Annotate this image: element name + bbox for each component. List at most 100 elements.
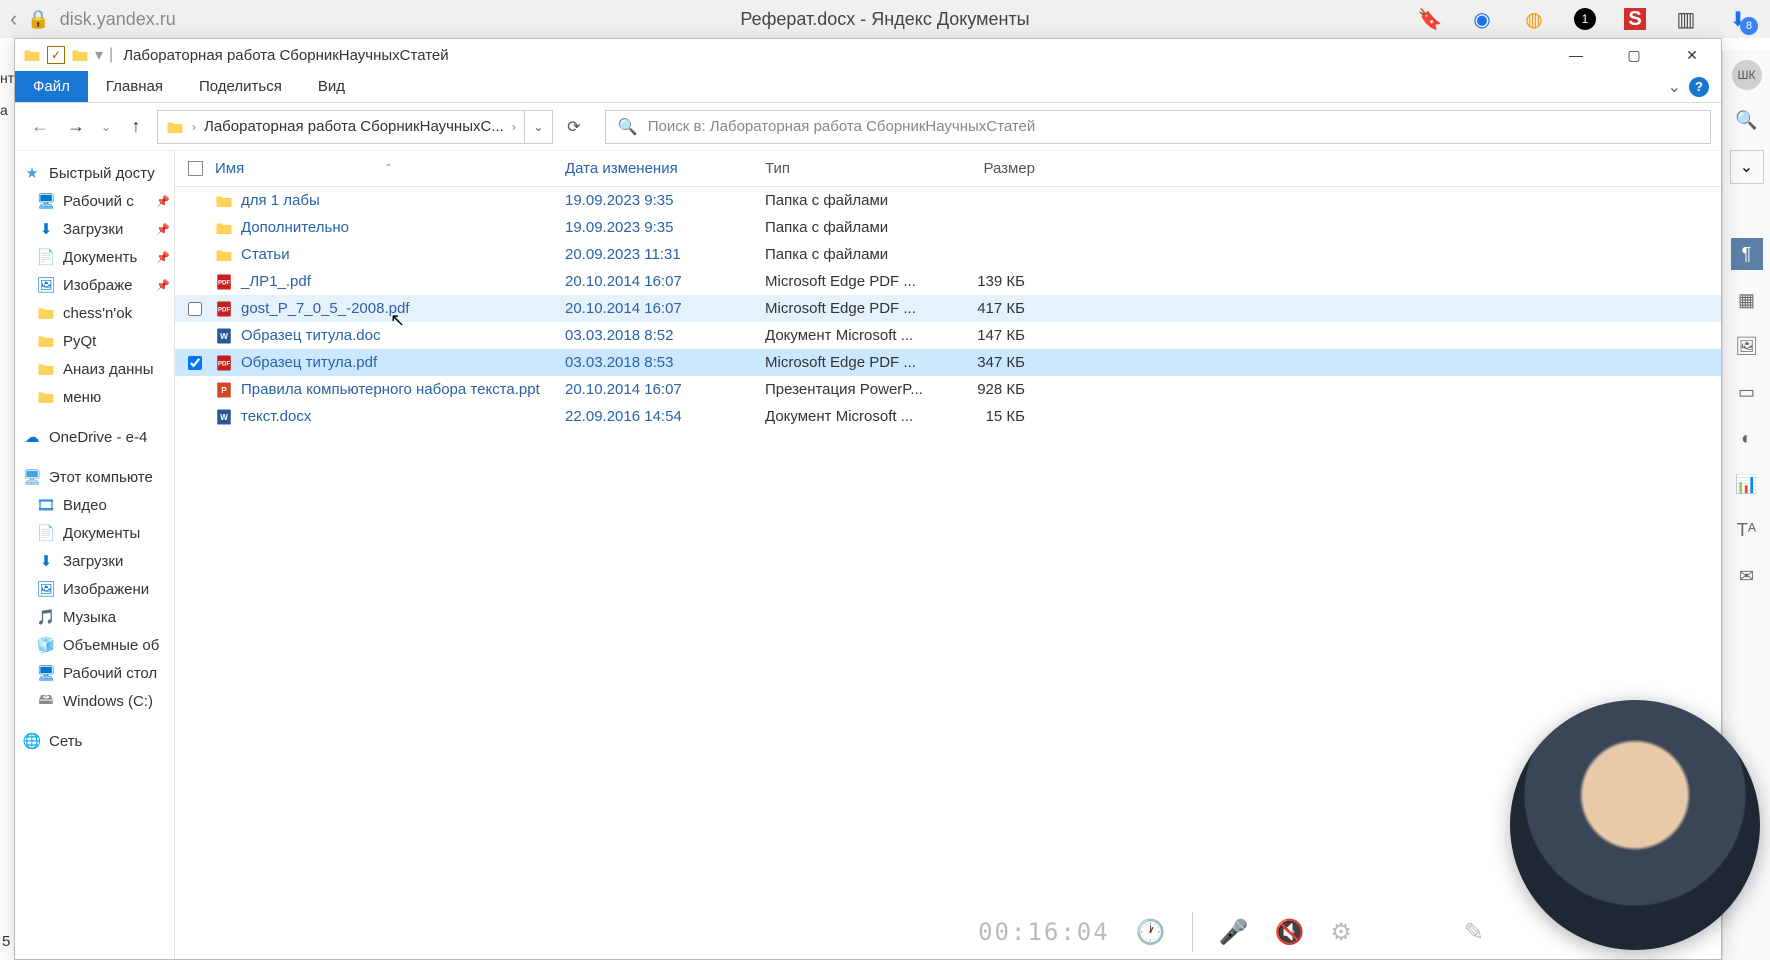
file-name-cell[interactable]: PDFОбразец титула.pdf	[215, 354, 565, 372]
search-input[interactable]	[648, 118, 1698, 135]
nav-forward-button[interactable]: →	[61, 112, 91, 142]
tree-item[interactable]: PyQt	[15, 327, 174, 355]
file-name-cell[interactable]: PDFgost_P_7_0_5_-2008.pdf	[215, 300, 565, 318]
tree-onedrive[interactable]: ☁ OneDrive - e-4	[15, 423, 174, 451]
tree-quick-access[interactable]: ★ Быстрый досту	[15, 159, 174, 187]
file-name-cell[interactable]: PDF_ЛР1_.pdf	[215, 273, 565, 291]
file-row[interactable]: Дополнительно19.09.2023 9:35Папка с файл…	[175, 214, 1721, 241]
file-name-cell[interactable]: Дополнительно	[215, 219, 565, 237]
file-name-cell[interactable]: WОбразец титула.doc	[215, 327, 565, 345]
tree-network[interactable]: 🌐 Сеть	[15, 727, 174, 755]
column-headers[interactable]: Имя ⌃ Дата изменения Тип Размер	[175, 151, 1721, 187]
tree-item[interactable]: 🎵Музыка	[15, 603, 174, 631]
ribbon-expand-icon[interactable]: ⌄	[1668, 77, 1681, 97]
file-name-cell[interactable]: Статьи	[215, 246, 565, 264]
file-name-cell[interactable]: для 1 лабы	[215, 192, 565, 210]
maximize-button[interactable]: ▢	[1605, 39, 1663, 71]
qat-divider: |	[109, 46, 113, 64]
header-checkbox-col[interactable]	[175, 161, 215, 176]
breadcrumb[interactable]: Лабораторная работа СборникНаучныхС...	[204, 118, 504, 135]
tab-home[interactable]: Главная	[88, 71, 181, 102]
header-date[interactable]: Дата изменения	[565, 160, 765, 177]
crumb-chevron-icon[interactable]: ›	[512, 120, 516, 134]
file-name-cell[interactable]: PПравила компьютерного набора текста.ppt	[215, 381, 565, 399]
header-size[interactable]: Размер	[935, 160, 1035, 177]
pilcrow-icon[interactable]: ¶	[1731, 238, 1763, 270]
minimize-button[interactable]: —	[1547, 39, 1605, 71]
back-chevron-icon[interactable]: ‹	[10, 6, 17, 32]
extension-icon-4[interactable]: S	[1624, 8, 1646, 30]
file-row[interactable]: PDFgost_P_7_0_5_-2008.pdf20.10.2014 16:0…	[175, 295, 1721, 322]
row-checkbox[interactable]	[175, 302, 215, 316]
search-box[interactable]: 🔍	[605, 110, 1711, 144]
tab-view[interactable]: Вид	[300, 71, 363, 102]
tree-this-pc[interactable]: 🖥 Этот компьюте	[15, 463, 174, 491]
tree-item[interactable]: меню	[15, 383, 174, 411]
nav-up-button[interactable]: ↑	[121, 112, 151, 142]
close-button[interactable]: ✕	[1663, 39, 1721, 71]
file-name-cell[interactable]: Wтекст.docx	[215, 408, 565, 426]
mail-icon[interactable]: ✉	[1731, 560, 1763, 592]
user-avatar[interactable]: ШК	[1732, 60, 1762, 90]
extension-icon-3[interactable]: 1	[1574, 8, 1596, 30]
address-history-dropdown[interactable]: ⌄	[525, 110, 553, 144]
tree-item[interactable]: ⬇Загрузки	[15, 547, 174, 575]
text-art-icon[interactable]: Tᴬ	[1731, 514, 1763, 546]
address-bar[interactable]: › Лабораторная работа СборникНаучныхС...…	[157, 110, 525, 144]
sort-indicator-icon: ⌃	[384, 163, 392, 174]
downloads-icon[interactable]: ⬇8	[1726, 7, 1750, 31]
nav-back-button[interactable]: ←	[25, 112, 55, 142]
title-bar[interactable]: ✓ ▾ | Лабораторная работа СборникНаучных…	[15, 39, 1721, 71]
header-type[interactable]: Тип	[765, 160, 935, 177]
file-row[interactable]: WОбразец титула.doc03.03.2018 8:52Докуме…	[175, 322, 1721, 349]
refresh-button[interactable]: ⟳	[559, 112, 589, 142]
file-row[interactable]: PПравила компьютерного набора текста.ppt…	[175, 376, 1721, 403]
folder-icon	[23, 46, 41, 64]
crumb-chevron-icon[interactable]: ›	[192, 120, 196, 134]
file-row[interactable]: для 1 лабы19.09.2023 9:35Папка с файлами	[175, 187, 1721, 214]
tree-item[interactable]: 📄Документь📌	[15, 243, 174, 271]
chart-icon[interactable]: 📊	[1731, 468, 1763, 500]
tree-item[interactable]: 🖥Рабочий с📌	[15, 187, 174, 215]
tree-item[interactable]: 📄Документы	[15, 519, 174, 547]
qat-folder-icon[interactable]	[71, 46, 89, 64]
tree-item[interactable]: 🖥Рабочий стол	[15, 659, 174, 687]
webcam-overlay[interactable]	[1510, 700, 1760, 950]
tree-item[interactable]: 🖼Изображени	[15, 575, 174, 603]
header-footer-icon[interactable]: ▭	[1731, 376, 1763, 408]
tab-file[interactable]: Файл	[15, 71, 88, 102]
extension-icon-2[interactable]: ◍	[1522, 7, 1546, 31]
tab-share[interactable]: Поделиться	[181, 71, 300, 102]
file-row[interactable]: PDFОбразец титула.pdf03.03.2018 8:53Micr…	[175, 349, 1721, 376]
shapes-icon[interactable]: ◐	[1731, 422, 1763, 454]
row-checkbox[interactable]	[175, 356, 215, 370]
file-rows[interactable]: для 1 лабы19.09.2023 9:35Папка с файлами…	[175, 187, 1721, 959]
tree-item[interactable]: 🧊Объемные об	[15, 631, 174, 659]
navigation-tree[interactable]: ★ Быстрый досту 🖥Рабочий с📌⬇Загрузки📌📄До…	[15, 151, 175, 959]
help-icon[interactable]: ?	[1689, 77, 1709, 97]
extension-icon-1[interactable]: ◉	[1470, 7, 1494, 31]
tree-item[interactable]: ⬇Загрузки📌	[15, 215, 174, 243]
tree-item[interactable]: 🎞Видео	[15, 491, 174, 519]
tree-item[interactable]: Анаиз данны	[15, 355, 174, 383]
nav-recent-dropdown[interactable]: ⌄	[97, 112, 115, 142]
tree-item[interactable]: 🖼Изображе📌	[15, 271, 174, 299]
pc-icon: 🖥	[23, 468, 41, 486]
collapse-panel-icon[interactable]: ⌄	[1730, 150, 1764, 184]
file-row[interactable]: PDF_ЛР1_.pdf20.10.2014 16:07Microsoft Ed…	[175, 268, 1721, 295]
file-type: Презентация PowerP...	[765, 381, 935, 398]
qat-properties-icon[interactable]: ✓	[47, 46, 65, 64]
tree-item[interactable]: chess'n'ok	[15, 299, 174, 327]
tree-item[interactable]: 🖴Windows (C:)	[15, 687, 174, 715]
search-icon[interactable]: 🔍	[1731, 104, 1763, 136]
file-type: Папка с файлами	[765, 192, 935, 209]
bookmark-icon[interactable]: 🔖	[1418, 7, 1442, 31]
table-icon[interactable]: ▦	[1731, 284, 1763, 316]
address-url[interactable]: disk.yandex.ru	[60, 9, 176, 30]
image-icon[interactable]: 🖼	[1731, 330, 1763, 362]
header-name[interactable]: Имя ⌃	[215, 160, 565, 177]
extension-icon-5[interactable]: ▥	[1674, 7, 1698, 31]
page-number-fragment: 5	[2, 933, 10, 950]
file-row[interactable]: Статьи20.09.2023 11:31Папка с файлами	[175, 241, 1721, 268]
file-row[interactable]: Wтекст.docx22.09.2016 14:54Документ Micr…	[175, 403, 1721, 430]
